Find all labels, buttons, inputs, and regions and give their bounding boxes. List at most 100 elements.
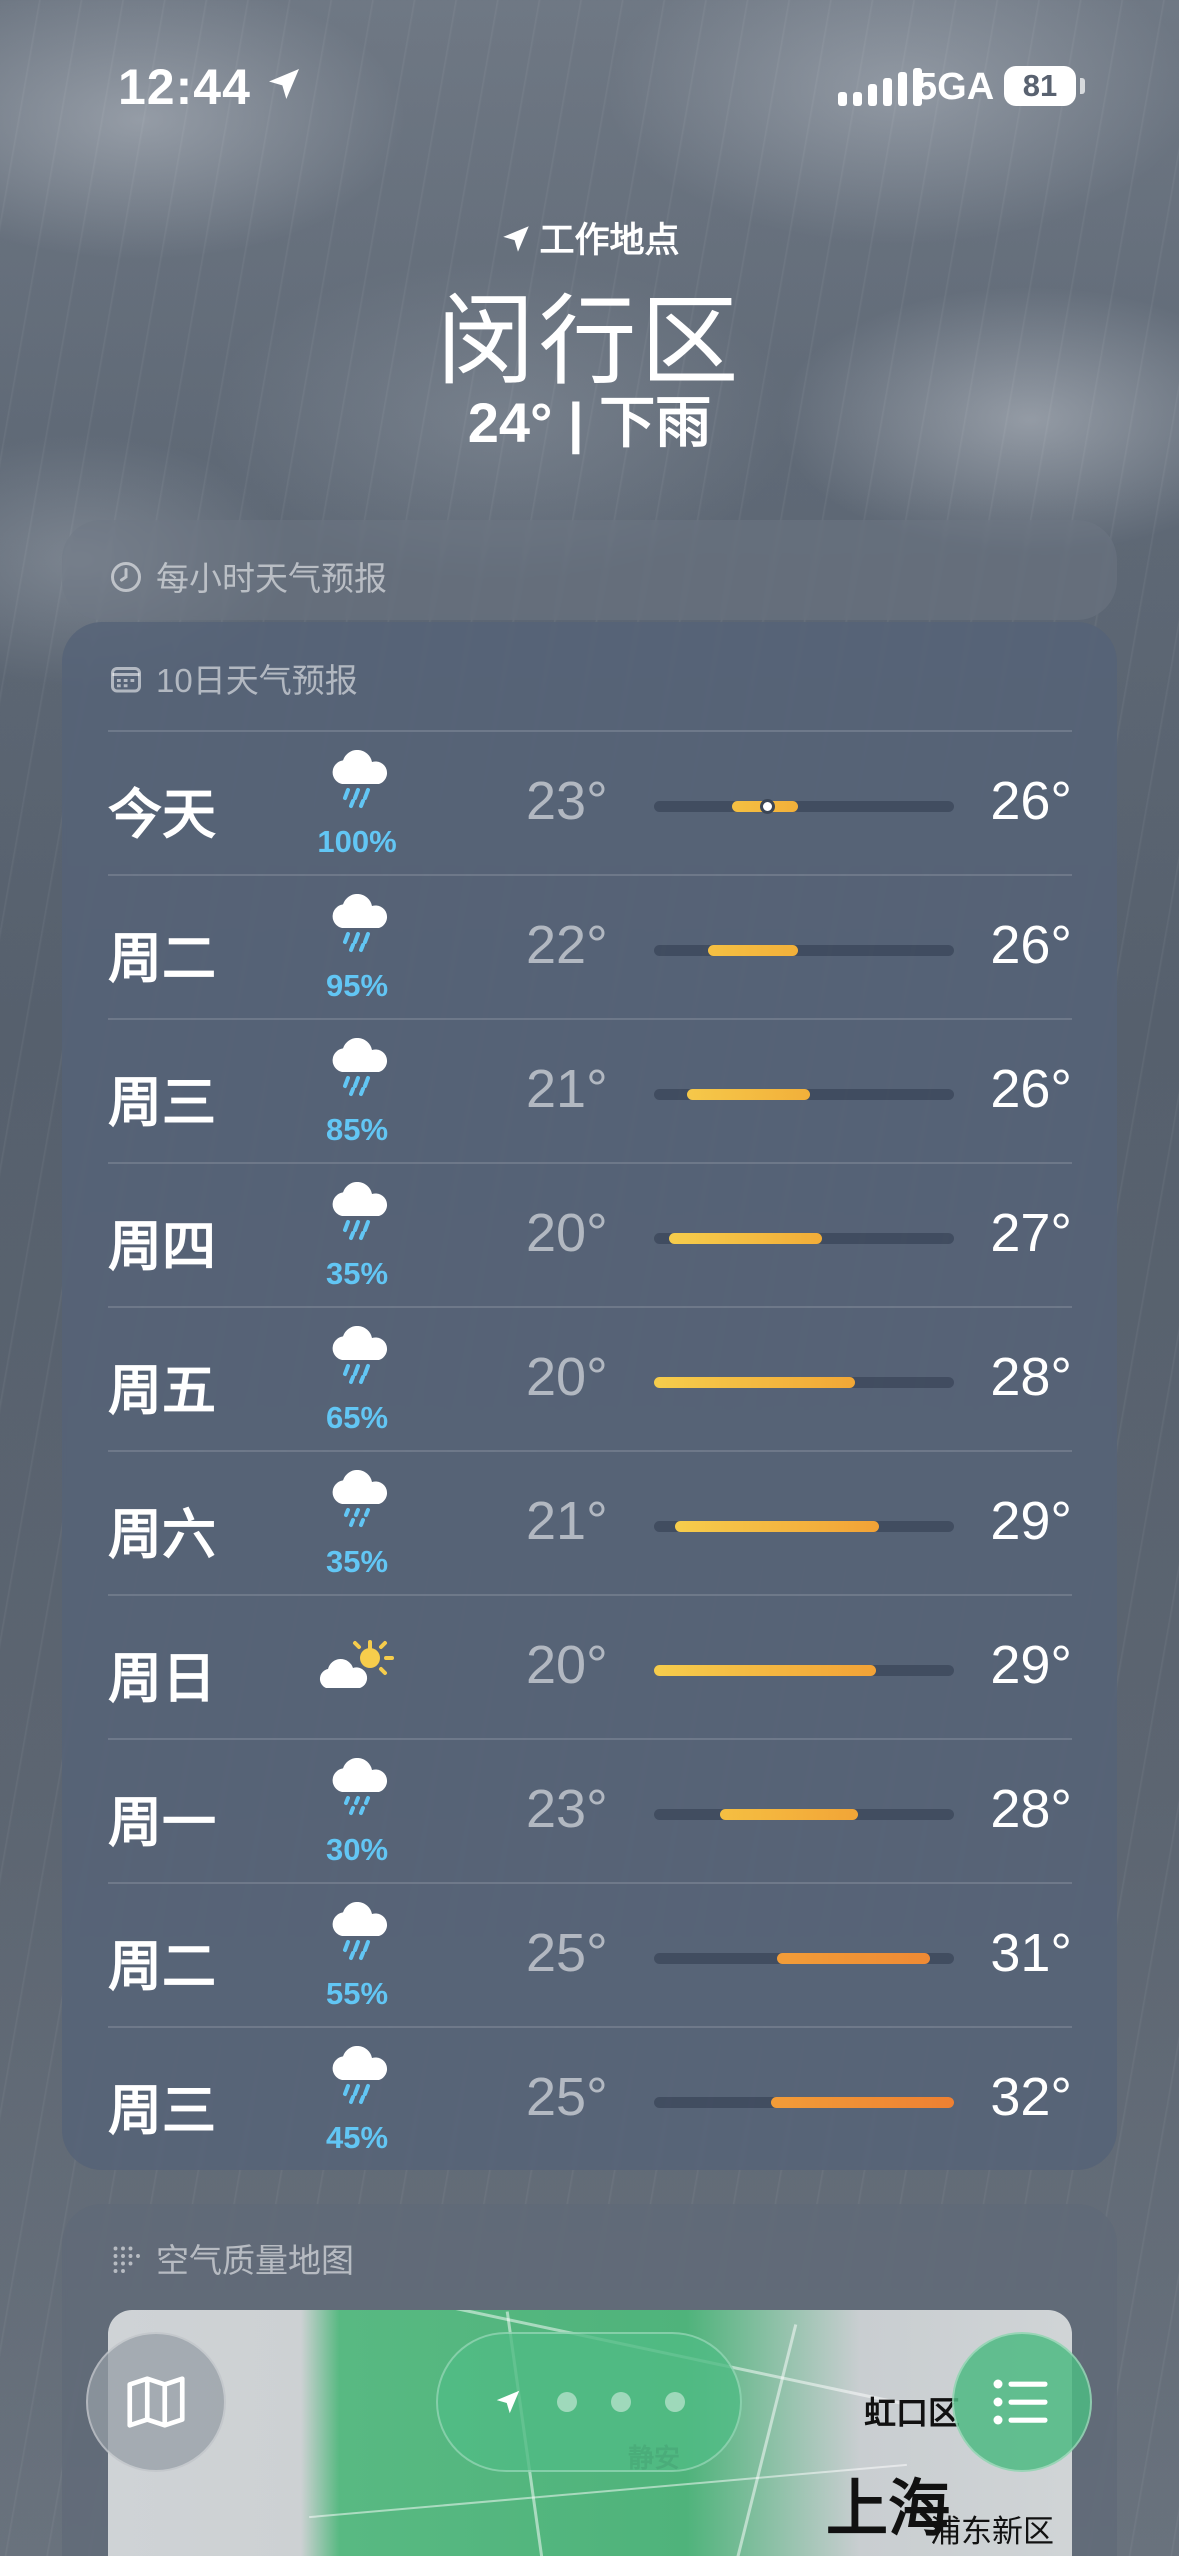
clock-icon — [111, 562, 141, 592]
daily-card-title: 10日天气预报 — [108, 654, 358, 702]
precipitation-chance: 35% — [325, 1256, 389, 1291]
status-bar: 12:44 5GA 81 — [0, 0, 1179, 150]
page-dot[interactable] — [557, 2392, 577, 2412]
high-temp: 31° — [990, 1923, 1072, 1983]
low-temp: 22° — [526, 915, 608, 975]
temperature-range-bar — [654, 1665, 876, 1676]
cloud-rain-icon — [324, 1901, 396, 1967]
map-label-district: 虹口区 — [864, 2395, 961, 2431]
forecast-row[interactable]: 周六 35% 21° 29° — [108, 1450, 1072, 1594]
forecast-row[interactable]: 周二 55% 25° 31° — [108, 1882, 1072, 2026]
aqi-title-text: 空气质量地图 — [156, 2242, 354, 2279]
precipitation-chance: 55% — [325, 1976, 389, 2011]
location-arrow-icon — [269, 69, 299, 99]
high-temp: 26° — [990, 1059, 1072, 1119]
temperature-range-track — [654, 1809, 954, 1820]
temperature-range-bar — [687, 1089, 810, 1100]
forecast-row[interactable]: 周日 20° 29° — [108, 1594, 1072, 1738]
forecast-row[interactable]: 周三 45% 25° 32° — [108, 2026, 1072, 2170]
low-temp: 21° — [526, 1491, 608, 1551]
forecast-day: 周六 — [108, 1505, 216, 1565]
high-temp: 29° — [990, 1491, 1072, 1551]
battery-icon: 81 — [1004, 66, 1076, 106]
forecast-day: 周二 — [108, 929, 216, 989]
forecast-row[interactable]: 周五 65% 20° 28° — [108, 1306, 1072, 1450]
current-temp-marker — [759, 799, 775, 814]
high-temp: 26° — [990, 771, 1072, 831]
forecast-row[interactable]: 今天 100% 23° 26° — [108, 730, 1072, 874]
forecast-row[interactable]: 周二 95% 22° 26° — [108, 874, 1072, 1018]
low-temp: 25° — [526, 2067, 608, 2127]
low-temp: 20° — [526, 1635, 608, 1695]
forecast-row[interactable]: 周一 30% 23° 28° — [108, 1738, 1072, 1882]
high-temp: 27° — [990, 1203, 1072, 1263]
temperature-range-bar — [720, 1809, 858, 1820]
temperature-range-bar — [777, 1953, 930, 1964]
hourly-title-text: 每小时天气预报 — [156, 560, 387, 597]
precipitation-chance: 30% — [325, 1832, 389, 1867]
battery-tip — [1080, 78, 1085, 94]
temperature-range-bar — [654, 1377, 855, 1388]
temperature-range-track — [654, 799, 954, 814]
precipitation-chance: 95% — [325, 968, 389, 1003]
daily-title-text: 10日天气预报 — [156, 662, 358, 699]
location-label: 工作地点 — [0, 212, 1179, 263]
cloud-rain-icon — [324, 749, 396, 815]
low-temp: 23° — [526, 1779, 608, 1839]
forecast-day: 今天 — [108, 785, 216, 845]
map-road — [309, 2463, 907, 2519]
partly-sunny-icon — [316, 1636, 400, 1701]
cloud-rain-icon — [324, 1037, 396, 1103]
low-temp: 25° — [526, 1923, 608, 1983]
forecast-row[interactable]: 周三 85% 21° 26° — [108, 1018, 1072, 1162]
forecast-list: 今天 100% 23° 26° 周二 95% 22° 26° 周三 85% 21° 26° 周四 35% 2… — [108, 730, 1072, 2170]
temperature-range-track — [654, 1953, 954, 1964]
page-dot[interactable] — [665, 2392, 685, 2412]
location-page-indicator[interactable] — [436, 2332, 742, 2472]
location-label-text: 工作地点 — [539, 221, 680, 260]
high-temp: 28° — [990, 1779, 1072, 1839]
map-button[interactable] — [86, 2332, 226, 2472]
low-temp: 21° — [526, 1059, 608, 1119]
location-list-button[interactable] — [952, 2332, 1092, 2472]
temperature-range-track — [654, 1377, 954, 1388]
cloud-drizzle-icon — [324, 1757, 396, 1823]
temperature-range-bar — [771, 2097, 954, 2108]
cellular-signal-icon — [838, 68, 922, 106]
forecast-day: 周五 — [108, 1361, 216, 1421]
temperature-range-track — [654, 1089, 954, 1100]
temperature-range-track — [654, 1521, 954, 1532]
ten-day-forecast-card: 10日天气预报 今天 100% 23° 26° 周二 95% 22° 26° 周三 85% 21° 2… — [62, 622, 1117, 2170]
forecast-row[interactable]: 周四 35% 20° 27° — [108, 1162, 1072, 1306]
hourly-card-title: 每小时天气预报 — [108, 552, 387, 600]
precipitation-chance: 85% — [325, 1112, 389, 1147]
forecast-day: 周二 — [108, 1937, 216, 1997]
cloud-rain-icon — [324, 1181, 396, 1247]
map-icon — [127, 2376, 185, 2428]
map-road — [721, 2324, 798, 2556]
current-summary: 24° | 下雨 — [467, 391, 712, 454]
low-temp: 20° — [526, 1347, 608, 1407]
map-label-district: 浦东新区 — [930, 2514, 1054, 2549]
precipitation-chance: 65% — [325, 1400, 389, 1435]
temperature-range-track — [654, 1233, 954, 1244]
hourly-forecast-card[interactable]: 每小时天气预报 — [62, 520, 1117, 620]
high-temp: 29° — [990, 1635, 1072, 1695]
cloud-rain-icon — [324, 893, 396, 959]
air-quality-dots-icon — [113, 2246, 140, 2273]
low-temp: 20° — [526, 1203, 608, 1263]
cloud-drizzle-icon — [324, 1469, 396, 1535]
forecast-day: 周一 — [108, 1793, 216, 1853]
high-temp: 28° — [990, 1347, 1072, 1407]
location-arrow-icon — [503, 226, 530, 252]
page-dot[interactable] — [611, 2392, 631, 2412]
location-arrow-icon — [496, 2390, 520, 2414]
forecast-day: 周四 — [108, 1217, 216, 1277]
calendar-icon — [111, 667, 141, 693]
precipitation-chance: 45% — [325, 2120, 389, 2155]
temperature-range-bar — [675, 1521, 879, 1532]
cloud-rain-icon — [324, 1325, 396, 1391]
precipitation-chance: 35% — [325, 1544, 389, 1579]
forecast-day: 周三 — [108, 1073, 216, 1133]
temperature-range-track — [654, 945, 954, 956]
